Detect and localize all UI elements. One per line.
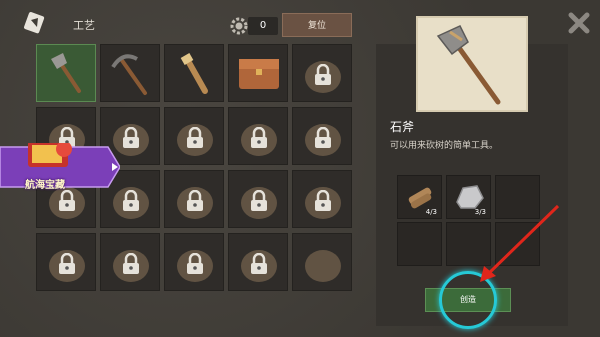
lock-icon <box>249 127 269 149</box>
promo-label[interactable]: 航海宝藏 <box>25 176 65 191</box>
grid-item-trap[interactable] <box>164 107 224 165</box>
grid-item-armor[interactable] <box>292 233 352 291</box>
ingredient-count: 4/3 <box>425 208 437 216</box>
grid-item-boots[interactable] <box>228 233 288 291</box>
item-preview <box>416 16 528 112</box>
lock-icon <box>57 190 77 212</box>
grid-item-meat-rack[interactable] <box>228 170 288 228</box>
ingredient-slot <box>397 222 442 266</box>
torch-icon <box>180 53 208 94</box>
close-icon[interactable] <box>566 10 592 36</box>
item-description: 可以用来砍树的简单工具。 <box>390 141 499 151</box>
grid-item-wooden-chest[interactable] <box>228 44 288 102</box>
grid-item-stone-axe[interactable] <box>36 44 96 102</box>
lock-icon <box>185 190 205 212</box>
grid-item-shirt[interactable] <box>100 233 160 291</box>
reset-button[interactable]: 复位 <box>282 13 352 37</box>
lock-icon <box>313 190 333 212</box>
lock-icon <box>313 64 333 86</box>
grid-item-pants[interactable] <box>164 233 224 291</box>
grid-item-torch[interactable] <box>164 44 224 102</box>
pickaxe-icon <box>111 54 147 95</box>
grid-item-campfire[interactable] <box>292 44 352 102</box>
grid-item-hood[interactable] <box>36 233 96 291</box>
lock-icon <box>121 190 141 212</box>
lock-icon <box>121 253 141 275</box>
grid-item-tripod[interactable] <box>292 107 352 165</box>
stone-axe-icon <box>51 53 81 93</box>
lock-icon <box>249 253 269 275</box>
lock-icon <box>249 190 269 212</box>
grid-item-axe-2[interactable] <box>292 170 352 228</box>
ingredient-slot: 4/3 <box>397 175 442 219</box>
page-title: 工艺 <box>73 19 95 32</box>
grid-item-roof-frame[interactable] <box>228 107 288 165</box>
lock-icon <box>185 253 205 275</box>
gear-count: 0 <box>248 17 278 35</box>
tutorial-arrow-icon <box>470 200 565 290</box>
lock-icon <box>121 127 141 149</box>
item-name: 石斧 <box>390 120 415 134</box>
grid-item-pickaxe[interactable] <box>100 44 160 102</box>
lock-icon <box>313 127 333 149</box>
gear-icon[interactable] <box>228 15 250 37</box>
lock-icon <box>185 127 205 149</box>
wooden-chest-icon <box>239 59 279 89</box>
lock-icon <box>57 253 77 275</box>
armor-icon <box>305 250 341 282</box>
grid-item-sapling[interactable] <box>164 170 224 228</box>
crafting-icon[interactable] <box>22 10 48 36</box>
